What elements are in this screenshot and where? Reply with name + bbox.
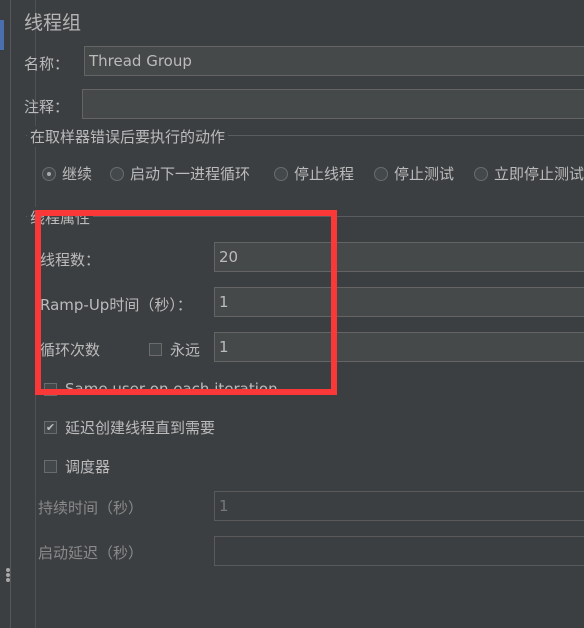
panel-divider <box>35 0 36 628</box>
radio-continue[interactable]: 继续 <box>42 163 92 184</box>
same-user-label: Same user on each iteration <box>65 380 278 398</box>
radio-unselected-icon[interactable] <box>374 166 388 181</box>
loop-count-label: 循环次数 <box>40 341 101 359</box>
radio-unselected-icon[interactable] <box>474 166 488 181</box>
delay-label: 延迟创建线程直到需要 <box>65 419 216 437</box>
checkbox-icon[interactable] <box>44 382 57 396</box>
radio-label: 继续 <box>62 165 93 183</box>
radio-label: 停止测试 <box>394 165 455 183</box>
radio-label: 启动下一进程循环 <box>130 165 251 183</box>
duration-input <box>214 491 584 521</box>
radio-unselected-icon[interactable] <box>274 166 288 181</box>
splitter-drag-handle-icon[interactable] <box>6 568 10 583</box>
threads-input[interactable] <box>214 242 584 272</box>
startup-delay-input <box>214 536 584 566</box>
radio-label: 立即停止测试 <box>494 165 584 183</box>
radio-stop-test-now[interactable]: 立即停止测试 <box>474 163 584 184</box>
duration-label: 持续时间（秒） <box>38 499 144 517</box>
thread-props-group-title: 线程属性 <box>27 207 94 228</box>
sampler-error-group-title: 在取样器错误后要执行的动作 <box>27 126 229 147</box>
checkbox-icon[interactable] <box>149 343 162 356</box>
name-input[interactable] <box>84 46 584 76</box>
radio-stop-test[interactable]: 停止测试 <box>374 163 454 184</box>
name-label: 名称： <box>24 55 70 73</box>
forever-label: 永远 <box>170 341 201 359</box>
startup-delay-label: 启动延迟（秒） <box>38 544 144 562</box>
loop-count-input[interactable] <box>214 332 584 362</box>
radio-selected-icon[interactable] <box>42 166 56 181</box>
radio-label: 停止线程 <box>294 165 355 183</box>
same-user-checkbox[interactable]: Same user on each iteration <box>44 380 278 398</box>
checkbox-checked-icon[interactable]: ✔ <box>44 421 57 434</box>
rampup-label: Ramp-Up时间（秒）： <box>40 296 192 314</box>
comment-input[interactable] <box>82 89 584 119</box>
comment-label: 注释： <box>24 98 70 116</box>
rampup-input[interactable] <box>214 287 584 317</box>
scheduler-checkbox[interactable]: 调度器 <box>44 456 110 477</box>
radio-stop-thread[interactable]: 停止线程 <box>274 163 354 184</box>
scheduler-label: 调度器 <box>65 458 111 476</box>
radio-unselected-icon[interactable] <box>110 166 124 181</box>
sidebar-selection-indicator <box>0 20 4 50</box>
thread-props-group-border <box>26 216 584 217</box>
forever-checkbox[interactable]: 永远 <box>149 339 200 360</box>
radio-start-next-loop[interactable]: 启动下一进程循环 <box>110 163 250 184</box>
delay-thread-creation-checkbox[interactable]: ✔ 延迟创建线程直到需要 <box>44 417 215 438</box>
left-sidebar-strip <box>0 0 11 628</box>
checkbox-icon[interactable] <box>44 460 57 473</box>
threads-label: 线程数： <box>40 251 101 269</box>
panel-title: 线程组 <box>24 12 82 34</box>
